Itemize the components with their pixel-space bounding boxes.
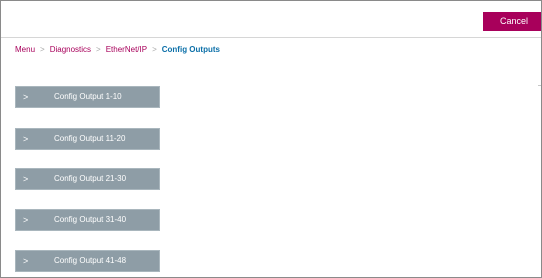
config-output-31-40-button[interactable]: > Config Output 31-40 [15, 209, 160, 231]
chevron-right-icon: > [23, 215, 29, 225]
config-output-21-30-button[interactable]: > Config Output 21-30 [15, 168, 160, 190]
header-divider [1, 37, 541, 38]
chevron-right-icon: > [23, 92, 29, 102]
cancel-button[interactable]: Cancel [483, 12, 541, 31]
config-output-1-10-button[interactable]: > Config Output 1-10 [15, 86, 160, 108]
breadcrumb: Menu > Diagnostics > EtherNet/IP > Confi… [15, 44, 220, 56]
menu-item-label: Config Output 41-48 [54, 256, 127, 265]
scroll-edge-marker [538, 85, 541, 86]
breadcrumb-current-page: Config Outputs [161, 45, 220, 54]
breadcrumb-separator: > [152, 45, 157, 54]
breadcrumb-diagnostics[interactable]: Diagnostics [50, 44, 91, 56]
menu-item-label: Config Output 31-40 [54, 215, 127, 224]
app-window: Cancel Menu > Diagnostics > EtherNet/IP … [0, 0, 542, 278]
menu-item-label: Config Output 1-10 [54, 92, 122, 101]
menu-item-label: Config Output 11-20 [54, 134, 126, 143]
chevron-right-icon: > [23, 134, 29, 144]
chevron-right-icon: > [23, 256, 29, 266]
breadcrumb-separator: > [40, 45, 45, 54]
config-output-11-20-button[interactable]: > Config Output 11-20 [15, 128, 160, 150]
menu-item-label: Config Output 21-30 [54, 174, 127, 183]
top-bar: Cancel [1, 1, 541, 37]
config-output-41-48-button[interactable]: > Config Output 41-48 [15, 250, 160, 272]
breadcrumb-separator: > [96, 45, 101, 54]
chevron-right-icon: > [23, 174, 29, 184]
breadcrumb-ethernet-ip[interactable]: EtherNet/IP [106, 44, 147, 56]
breadcrumb-menu[interactable]: Menu [15, 44, 35, 56]
